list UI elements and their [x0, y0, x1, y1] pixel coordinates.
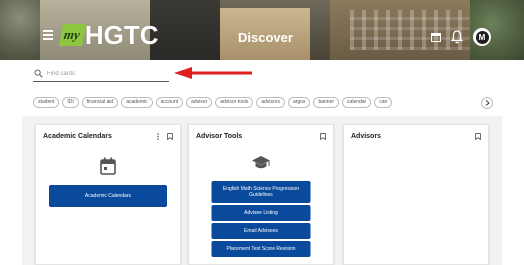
banner-background	[150, 0, 220, 60]
bell-icon[interactable]	[451, 30, 463, 44]
chip-account[interactable]: account	[155, 97, 184, 108]
search-input[interactable]	[47, 70, 162, 77]
chip-banner[interactable]: banner	[313, 97, 340, 108]
chips-next-button[interactable]	[481, 97, 493, 109]
graduation-cap-icon	[252, 156, 270, 169]
chip-argos[interactable]: argos	[287, 97, 311, 108]
card-advisor-tools: Advisor Tools English Math Science Progr…	[188, 124, 334, 265]
chip-idi[interactable]: IDI	[62, 97, 79, 108]
bookmark-icon[interactable]	[475, 133, 481, 140]
card-actions	[157, 133, 173, 140]
logo-text: HGTC	[84, 20, 159, 50]
card-title: Advisors	[351, 133, 381, 140]
filter-chips: student IDI financial aid academic accou…	[33, 97, 493, 109]
chip-advisor[interactable]: advisor	[186, 97, 213, 108]
search-bar	[33, 66, 169, 82]
page-title: Discover	[238, 30, 293, 45]
chip-calendar[interactable]: calendar	[342, 97, 372, 108]
placement-test-score-button[interactable]: Placement Test Score Revision	[211, 241, 311, 257]
calendar-icon	[100, 157, 116, 175]
english-math-science-button[interactable]: English Math Science Progression Guideli…	[211, 181, 311, 203]
avatar[interactable]: M	[473, 28, 491, 46]
chip-academic[interactable]: academic	[121, 97, 153, 108]
bookmark-icon[interactable]	[320, 133, 326, 140]
card-actions	[475, 133, 481, 140]
hgtc-logo[interactable]: my HGTC	[59, 20, 159, 50]
chip-can[interactable]: can	[374, 97, 393, 108]
hamburger-icon[interactable]	[43, 30, 53, 40]
header-actions: M	[431, 28, 491, 46]
card-actions	[320, 133, 326, 140]
card-title: Academic Calendars	[43, 133, 112, 140]
card-academic-calendars: Academic Calendars Academic Calendars	[35, 124, 181, 265]
chip-advisors[interactable]: advisors	[256, 97, 285, 108]
chip-advisor-tools[interactable]: advisor tools	[215, 97, 254, 108]
advisee-listing-button[interactable]: Advisee Listing	[211, 205, 311, 221]
header-banner: my HGTC Discover M	[0, 0, 524, 60]
banner-background	[0, 0, 40, 60]
kebab-icon[interactable]	[157, 133, 159, 140]
chevron-right-icon	[485, 100, 490, 106]
email-advisees-button[interactable]: Email Advisees	[211, 223, 311, 239]
avatar-initial: M	[475, 30, 489, 44]
window-icon[interactable]	[431, 32, 441, 42]
bookmark-icon[interactable]	[167, 133, 173, 140]
chip-financial-aid[interactable]: financial aid	[81, 97, 119, 108]
logo-my: my	[59, 24, 86, 46]
search-icon	[34, 69, 43, 78]
card-title: Advisor Tools	[196, 133, 243, 140]
academic-calendars-button[interactable]: Academic Calendars	[49, 185, 167, 207]
chip-student[interactable]: student	[33, 97, 60, 108]
card-advisors: Advisors	[343, 124, 489, 265]
red-arrow-annotation	[174, 67, 252, 79]
